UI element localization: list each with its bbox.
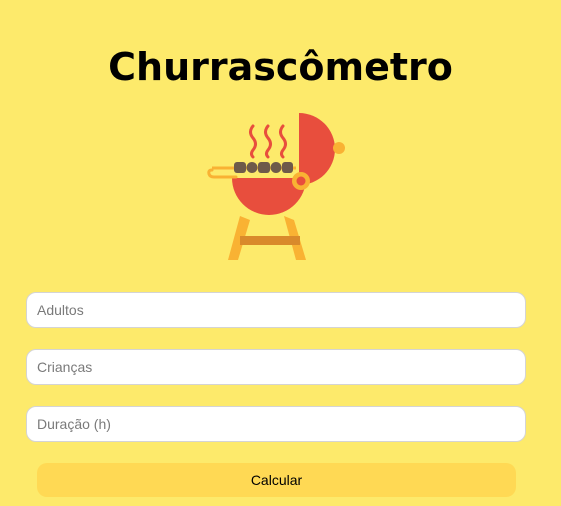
calculate-button[interactable]: Calcular <box>37 463 516 497</box>
barbecue-grill-icon <box>207 113 345 260</box>
adults-input[interactable] <box>26 292 526 328</box>
children-input[interactable] <box>26 349 526 385</box>
page-title: Churrascômetro <box>108 45 453 89</box>
duration-input[interactable] <box>26 406 526 442</box>
page: Churrascômetro Calcular <box>0 0 561 506</box>
